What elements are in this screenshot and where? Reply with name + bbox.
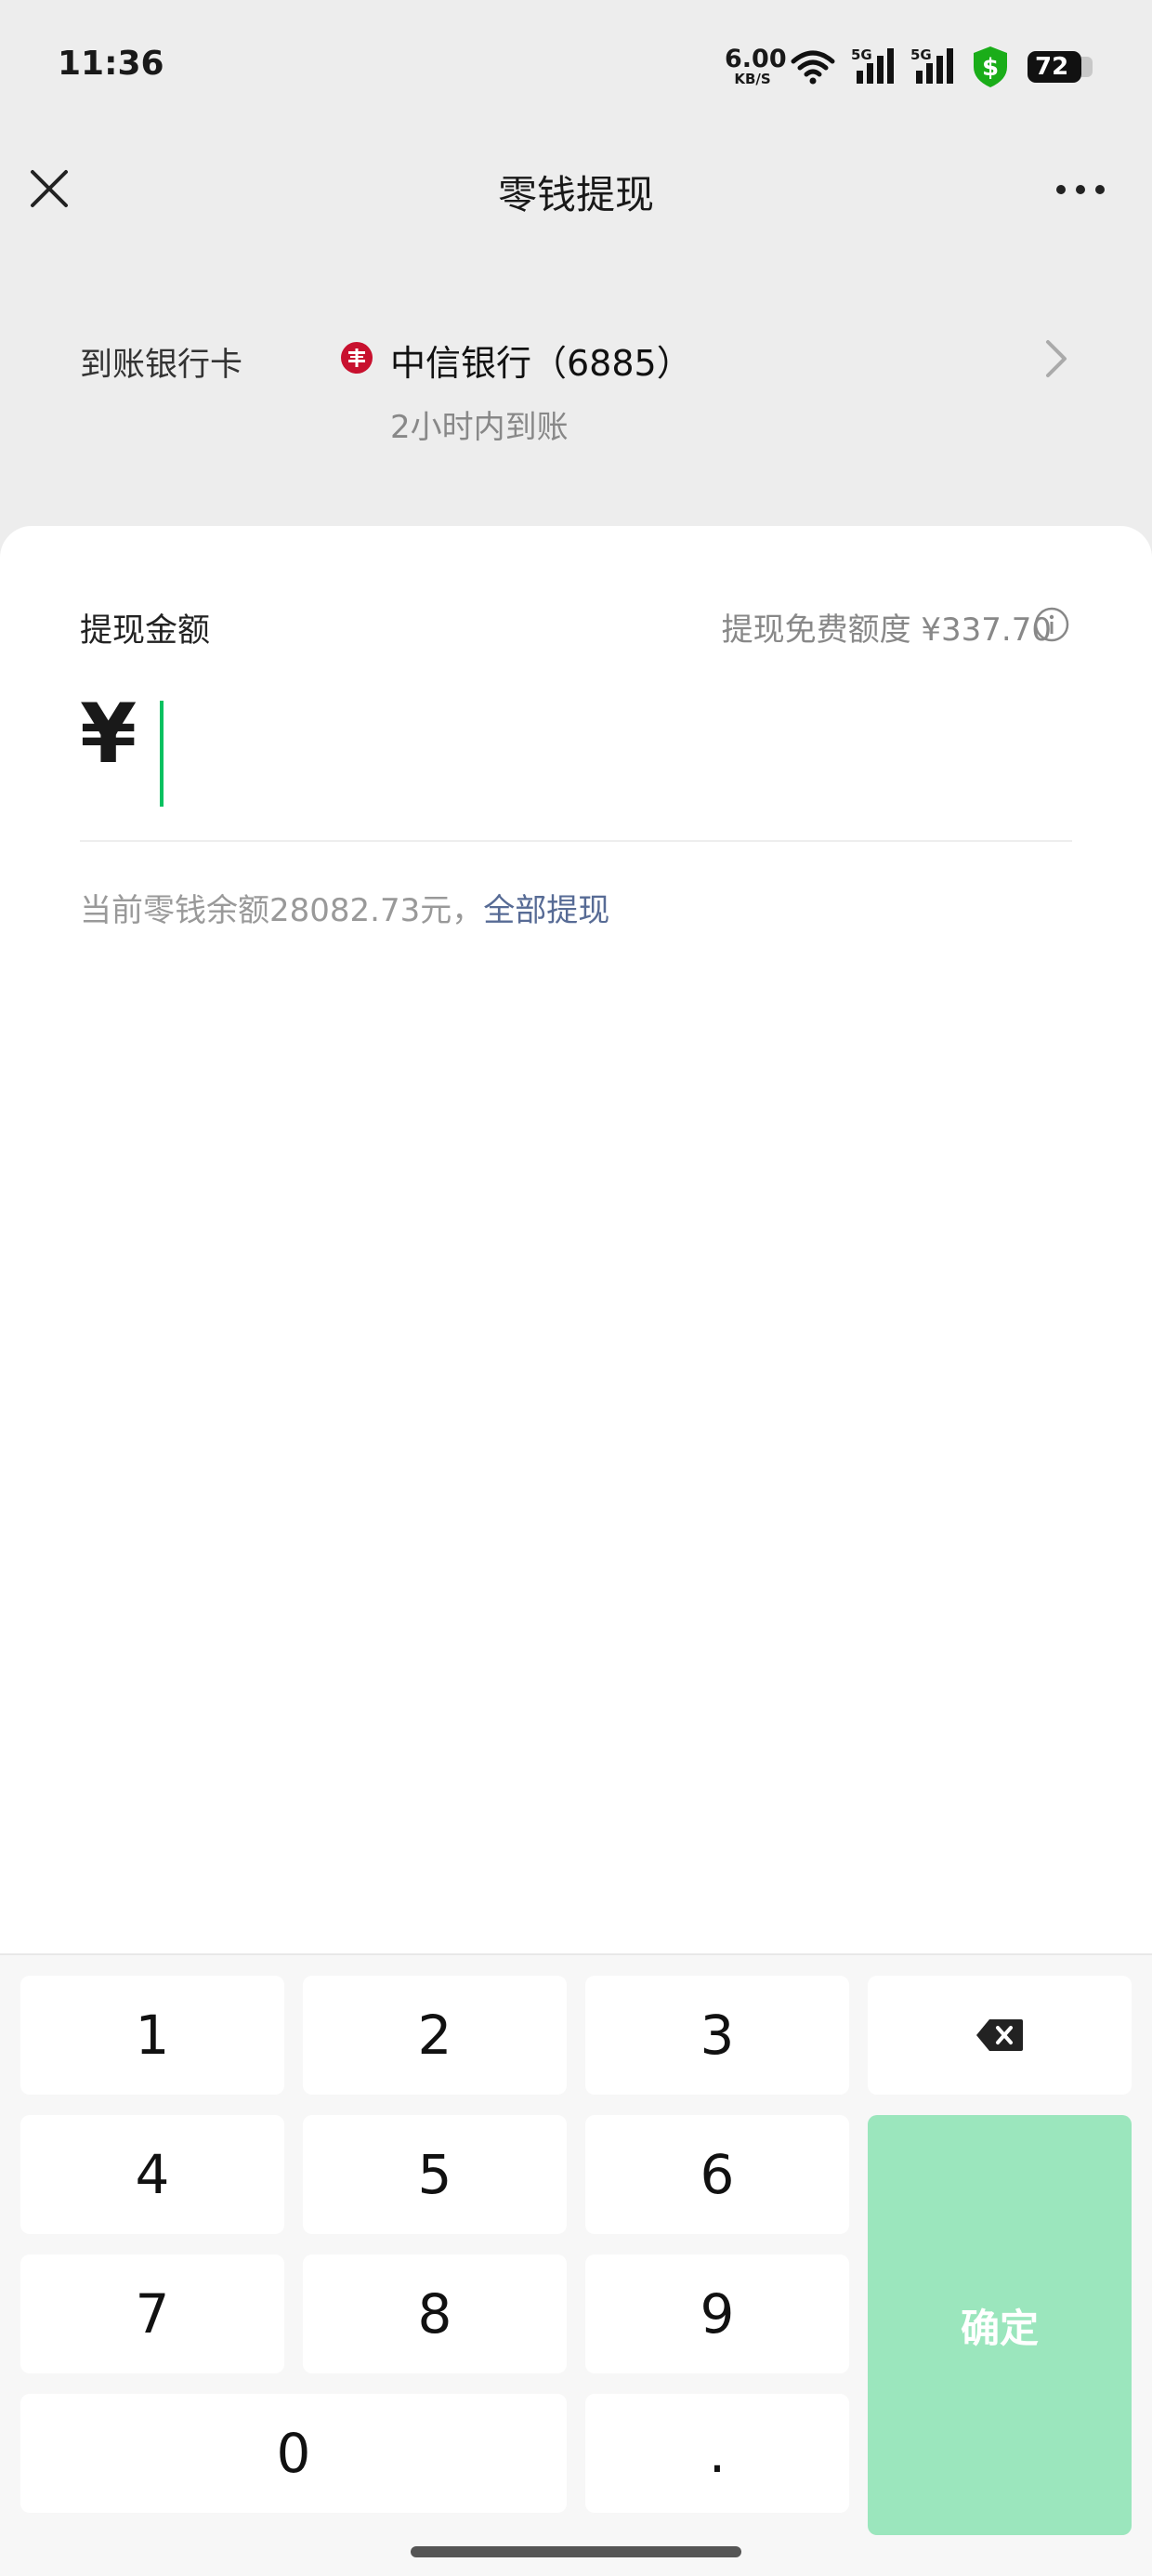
citic-bank-logo-icon (341, 342, 373, 374)
key-9[interactable]: 9 (585, 2254, 849, 2373)
svg-text:$: $ (982, 54, 999, 82)
page-title: 零钱提现 (497, 172, 654, 217)
key-7[interactable]: 7 (20, 2254, 284, 2373)
wifi-icon (791, 50, 835, 85)
bank-name: 中信银行（6885） (390, 343, 692, 384)
key-4[interactable]: 4 (20, 2115, 284, 2234)
bank-card-selector[interactable]: 到账银行卡 中信银行（6885） 2小时内到账 (0, 316, 1152, 465)
status-bar: 11:36 6.00 KB/S 5G 5G $ 72 (0, 0, 1152, 139)
key-5[interactable]: 5 (303, 2115, 567, 2234)
bank-card-label: 到账银行卡 (80, 347, 243, 384)
balance-info: 当前零钱余额28082.73元，全部提现 (80, 885, 609, 930)
key-decimal[interactable]: . (585, 2394, 849, 2513)
backspace-key[interactable] (868, 1976, 1132, 2095)
key-6[interactable]: 6 (585, 2115, 849, 2234)
key-1[interactable]: 1 (20, 1976, 284, 2095)
network-speed-value: 6.00 (725, 45, 787, 73)
key-0[interactable]: 0 (20, 2394, 567, 2513)
key-8[interactable]: 8 (303, 2254, 567, 2373)
backspace-icon (976, 2019, 1023, 2051)
divider (80, 840, 1072, 842)
info-icon[interactable] (1033, 606, 1070, 643)
withdraw-card: 提现金额 提现免费额度 ¥337.70 ¥ 当前零钱余额28082.73元，全部… (0, 526, 1152, 1953)
battery-level: 72 (1028, 51, 1081, 83)
withdraw-all-link[interactable]: 全部提现 (483, 892, 609, 929)
home-indicator[interactable] (411, 2546, 741, 2557)
withdraw-amount-label: 提现金额 (80, 612, 211, 650)
text-cursor (160, 701, 164, 807)
key-2[interactable]: 2 (303, 1976, 567, 2095)
arrival-time: 2小时内到账 (390, 409, 569, 446)
numeric-keypad: 1 2 3 4 5 6 7 8 9 0 . 确定 (0, 1953, 1152, 2576)
free-quota-text: 提现免费额度 ¥337.70 (721, 611, 1052, 649)
chevron-right-icon (1046, 340, 1067, 377)
battery-icon: 72 (1028, 51, 1093, 83)
amount-input[interactable] (158, 699, 994, 792)
network-speed-unit: KB/S (734, 71, 771, 87)
key-3[interactable]: 3 (585, 1976, 849, 2095)
status-time: 11:36 (58, 45, 164, 83)
security-shield-icon: $ (974, 46, 1007, 87)
nav-bar: 零钱提现 (0, 139, 1152, 242)
more-options-icon[interactable] (1055, 184, 1106, 195)
confirm-button[interactable]: 确定 (868, 2115, 1132, 2535)
currency-symbol: ¥ (80, 686, 137, 782)
balance-text: 当前零钱余额28082.73元， (80, 892, 484, 929)
network-speed: 6.00 KB/S (725, 45, 787, 87)
